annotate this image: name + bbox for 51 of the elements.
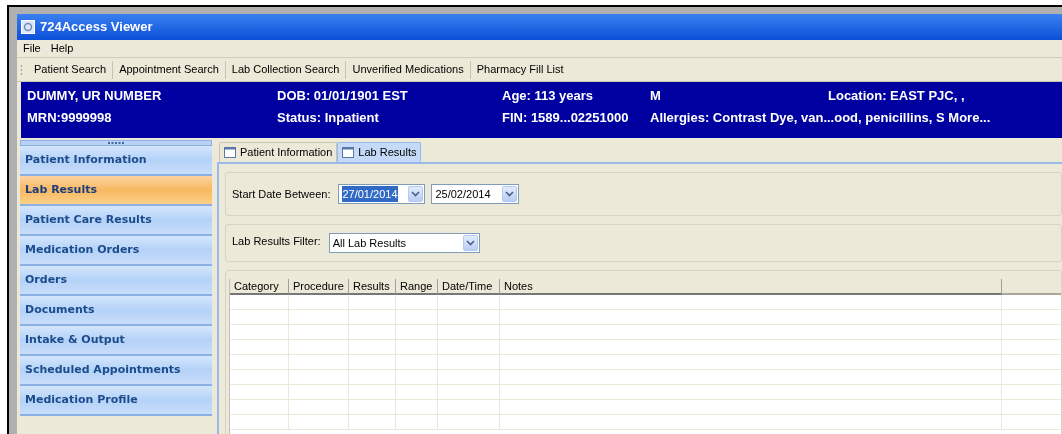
menu-item[interactable]: Help (50, 40, 74, 57)
tab[interactable]: Lab Results (337, 142, 422, 162)
patient-age: Age: 113 years (502, 87, 595, 106)
dropdown-button[interactable] (462, 235, 478, 251)
grip-icon (108, 141, 124, 145)
sidebar-grip[interactable] (20, 140, 212, 146)
dropdown-button[interactable] (408, 186, 424, 202)
column-header[interactable]: Notes (500, 279, 1002, 295)
toolbar-grip-icon (20, 63, 23, 76)
tab[interactable]: Patient Information (219, 142, 338, 162)
toolbar-button[interactable]: Patient Search (28, 60, 114, 79)
patient-location: Location: EAST PJC, , (828, 87, 966, 106)
toolbar-button[interactable]: Unverified Medications (346, 60, 471, 79)
column-header[interactable]: Range (396, 279, 438, 295)
column-header[interactable]: Procedure (289, 279, 349, 295)
patient-allergies: Allergies: Contrast Dye, van...ood, penicillins, S More... (650, 109, 992, 128)
date-range-label: Start Date Between: (232, 186, 331, 202)
date-of-birth: DOB: 01/01/1901 EST (277, 87, 409, 106)
start-date-field[interactable]: 27/01/2014 (338, 184, 426, 204)
caret-icon (411, 191, 421, 197)
patient-fin: FIN: 1589...02251000 (502, 109, 630, 128)
toolbar-button[interactable]: Appointment Search (113, 60, 226, 79)
patient-name: DUMMY, UR NUMBER (27, 87, 163, 106)
toolbar-button[interactable]: Pharmacy Fill List (470, 60, 570, 79)
dropdown-button[interactable] (502, 186, 518, 202)
sidebar-item[interactable]: Orders (20, 266, 212, 296)
patient-status: Status: Inpatient (277, 109, 380, 128)
end-date-field[interactable]: 25/02/2014 (431, 184, 520, 204)
sidebar-item[interactable]: Lab Results (20, 176, 212, 206)
window-icon (224, 147, 236, 158)
sidebar-item[interactable]: Medication Profile (20, 386, 212, 416)
caret-icon (465, 240, 475, 246)
column-header[interactable]: Date/Time (438, 279, 500, 295)
patient-mrn: MRN:9999998 (27, 109, 113, 128)
toolbar-button[interactable]: Lab Collection Search (225, 60, 347, 79)
sidebar-item[interactable]: Intake & Output (20, 326, 212, 356)
patient-sex: M (650, 87, 662, 106)
sidebar-item[interactable]: Patient Care Results (20, 206, 212, 236)
window-icon (342, 147, 355, 158)
menu-item[interactable]: File (23, 40, 41, 57)
sidebar-item[interactable]: Medication Orders (20, 236, 212, 266)
caret-icon (505, 191, 515, 197)
sidebar-item[interactable]: Documents (20, 296, 212, 326)
window-title: 724Access Viewer (40, 18, 153, 37)
app-icon (21, 20, 35, 34)
column-header[interactable]: Results (349, 279, 396, 295)
column-header[interactable]: Category (230, 279, 289, 295)
sidebar-item[interactable]: Patient Information (20, 146, 212, 176)
sidebar-item[interactable]: Scheduled Appointments (20, 356, 212, 386)
filter-dropdown[interactable]: All Lab Results (328, 233, 480, 253)
filter-label: Lab Results Filter: (232, 233, 321, 249)
